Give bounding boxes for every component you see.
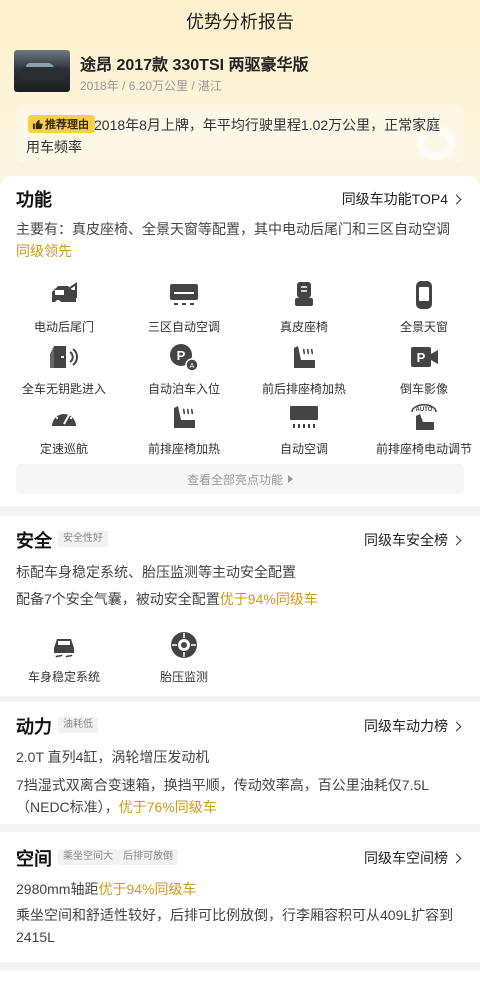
leather-seat-icon bbox=[295, 282, 313, 306]
feature-item[interactable]: 定速巡航 bbox=[4, 402, 124, 458]
car-thumbnail bbox=[14, 50, 70, 92]
features-title: 功能 bbox=[16, 190, 52, 210]
sunroof-icon bbox=[416, 281, 432, 309]
reverse-camera-icon: P bbox=[411, 347, 438, 367]
feature-item[interactable]: 全景天窗 bbox=[364, 280, 480, 336]
power-section: 动力 油耗低 同级车动力榜 2.0T 直列4缸，涡轮增压发动机 7挡湿式双离合变… bbox=[0, 702, 480, 824]
safety-item[interactable]: 胎压监测 bbox=[124, 630, 244, 686]
stability-control-icon bbox=[54, 639, 74, 658]
recommend-reason-card: 2018年8月上牌，年平均行驶里程1.02万公里，正常家庭用车频率 推荐理由 bbox=[16, 104, 464, 162]
feature-item[interactable]: 真皮座椅 bbox=[244, 280, 364, 336]
power-seat-icon: AUTO bbox=[411, 404, 437, 430]
view-all-features-button[interactable]: 查看全部亮点功能 bbox=[16, 464, 464, 494]
thumbs-up-icon bbox=[32, 119, 43, 129]
chevron-right-icon bbox=[451, 194, 462, 204]
safety-ranking-link[interactable]: 同级车安全榜 bbox=[364, 530, 462, 550]
svg-text:AUTO: AUTO bbox=[416, 407, 433, 413]
auto-park-icon: PA bbox=[170, 344, 199, 372]
svg-text:A: A bbox=[190, 363, 195, 370]
safety-title: 安全 bbox=[16, 531, 52, 551]
safety-line-2: 配备7个安全气囊，被动安全配置优于94%同级车 bbox=[16, 591, 318, 607]
power-tag: 油耗低 bbox=[58, 717, 98, 733]
power-line-2: 7挡湿式双离合变速箱，换挡平顺，传动效率高，百公里油耗仅7.5L（NEDC标准）… bbox=[16, 777, 430, 815]
next-section-peek bbox=[0, 970, 480, 1005]
safety-tag: 安全性好 bbox=[58, 531, 108, 547]
page-header: 优势分析报告 bbox=[0, 0, 480, 42]
feature-item[interactable]: 前后排座椅加热 bbox=[244, 342, 364, 398]
front-seat-heating-icon bbox=[174, 406, 195, 428]
safety-section: 安全 安全性好 同级车安全榜 标配车身稳定系统、胎压监测等主动安全配置 配备7个… bbox=[0, 516, 480, 696]
triangle-right-icon bbox=[288, 475, 293, 483]
power-line-1: 2.0T 直列4缸，涡轮增压发动机 bbox=[16, 749, 210, 765]
power-title: 动力 bbox=[16, 717, 52, 737]
feature-item[interactable]: P 倒车影像 bbox=[364, 342, 480, 398]
power-ranking-link[interactable]: 同级车动力榜 bbox=[364, 716, 462, 736]
space-tag-1: 乘坐空间大 bbox=[58, 849, 118, 865]
chevron-right-icon bbox=[451, 853, 462, 863]
feature-item[interactable]: 自动空调 bbox=[244, 402, 364, 458]
space-line-1: 2980mm轴距优于94%同级车 bbox=[16, 881, 197, 897]
safety-item[interactable]: 车身稳定系统 bbox=[4, 630, 124, 686]
space-tag-2: 后排可放倒 bbox=[118, 849, 178, 865]
car-meta: 2018年 / 6.20万公里 / 湛江 bbox=[80, 79, 223, 93]
chevron-right-icon bbox=[451, 535, 462, 545]
tailgate-icon bbox=[52, 282, 77, 306]
svg-text:P: P bbox=[417, 350, 426, 365]
recommend-reason-badge: 推荐理由 bbox=[28, 115, 95, 133]
feature-item[interactable]: 全车无钥匙进入 bbox=[4, 342, 124, 398]
svg-text:P: P bbox=[177, 348, 186, 363]
space-line-2: 乘坐空间和舒适性较好，后排可比例放倒，行李厢容积可从409L扩容到2415L bbox=[16, 907, 454, 945]
page-title: 优势分析报告 bbox=[186, 12, 294, 32]
feature-item[interactable]: PA 自动泊车入位 bbox=[124, 342, 244, 398]
safety-line-1: 标配车身稳定系统、胎压监测等主动安全配置 bbox=[16, 564, 296, 580]
seat-heating-icon bbox=[294, 346, 315, 368]
space-ranking-link[interactable]: 同级车空间榜 bbox=[364, 848, 462, 868]
features-top4-link[interactable]: 同级车功能TOP4 bbox=[342, 189, 462, 209]
feature-item[interactable]: 电动后尾门 bbox=[4, 280, 124, 336]
features-description: 主要有：真皮座椅、全景天窗等配置，其中电动后尾门和三区自动空调同级领先 bbox=[16, 221, 450, 259]
feature-item[interactable]: AUTO 前排座椅电动调节 bbox=[364, 402, 480, 458]
space-section: 空间 乘坐空间大 后排可放倒 同级车空间榜 2980mm轴距优于94%同级车 乘… bbox=[0, 832, 480, 962]
keyless-entry-icon bbox=[50, 346, 78, 368]
tire-pressure-icon bbox=[171, 632, 197, 658]
feature-item[interactable]: 前排座椅加热 bbox=[124, 402, 244, 458]
car-name: 途昂 2017款 330TSI 两驱豪华版 bbox=[80, 57, 309, 74]
chevron-right-icon bbox=[451, 721, 462, 731]
cruise-control-icon bbox=[52, 410, 76, 426]
space-title: 空间 bbox=[16, 849, 52, 869]
climate-icon bbox=[170, 284, 198, 305]
auto-ac-icon bbox=[290, 406, 318, 428]
car-summary[interactable]: 途昂 2017款 330TSI 两驱豪华版 2018年 / 6.20万公里 / … bbox=[14, 50, 466, 96]
feature-item[interactable]: 三区自动空调 bbox=[124, 280, 244, 336]
